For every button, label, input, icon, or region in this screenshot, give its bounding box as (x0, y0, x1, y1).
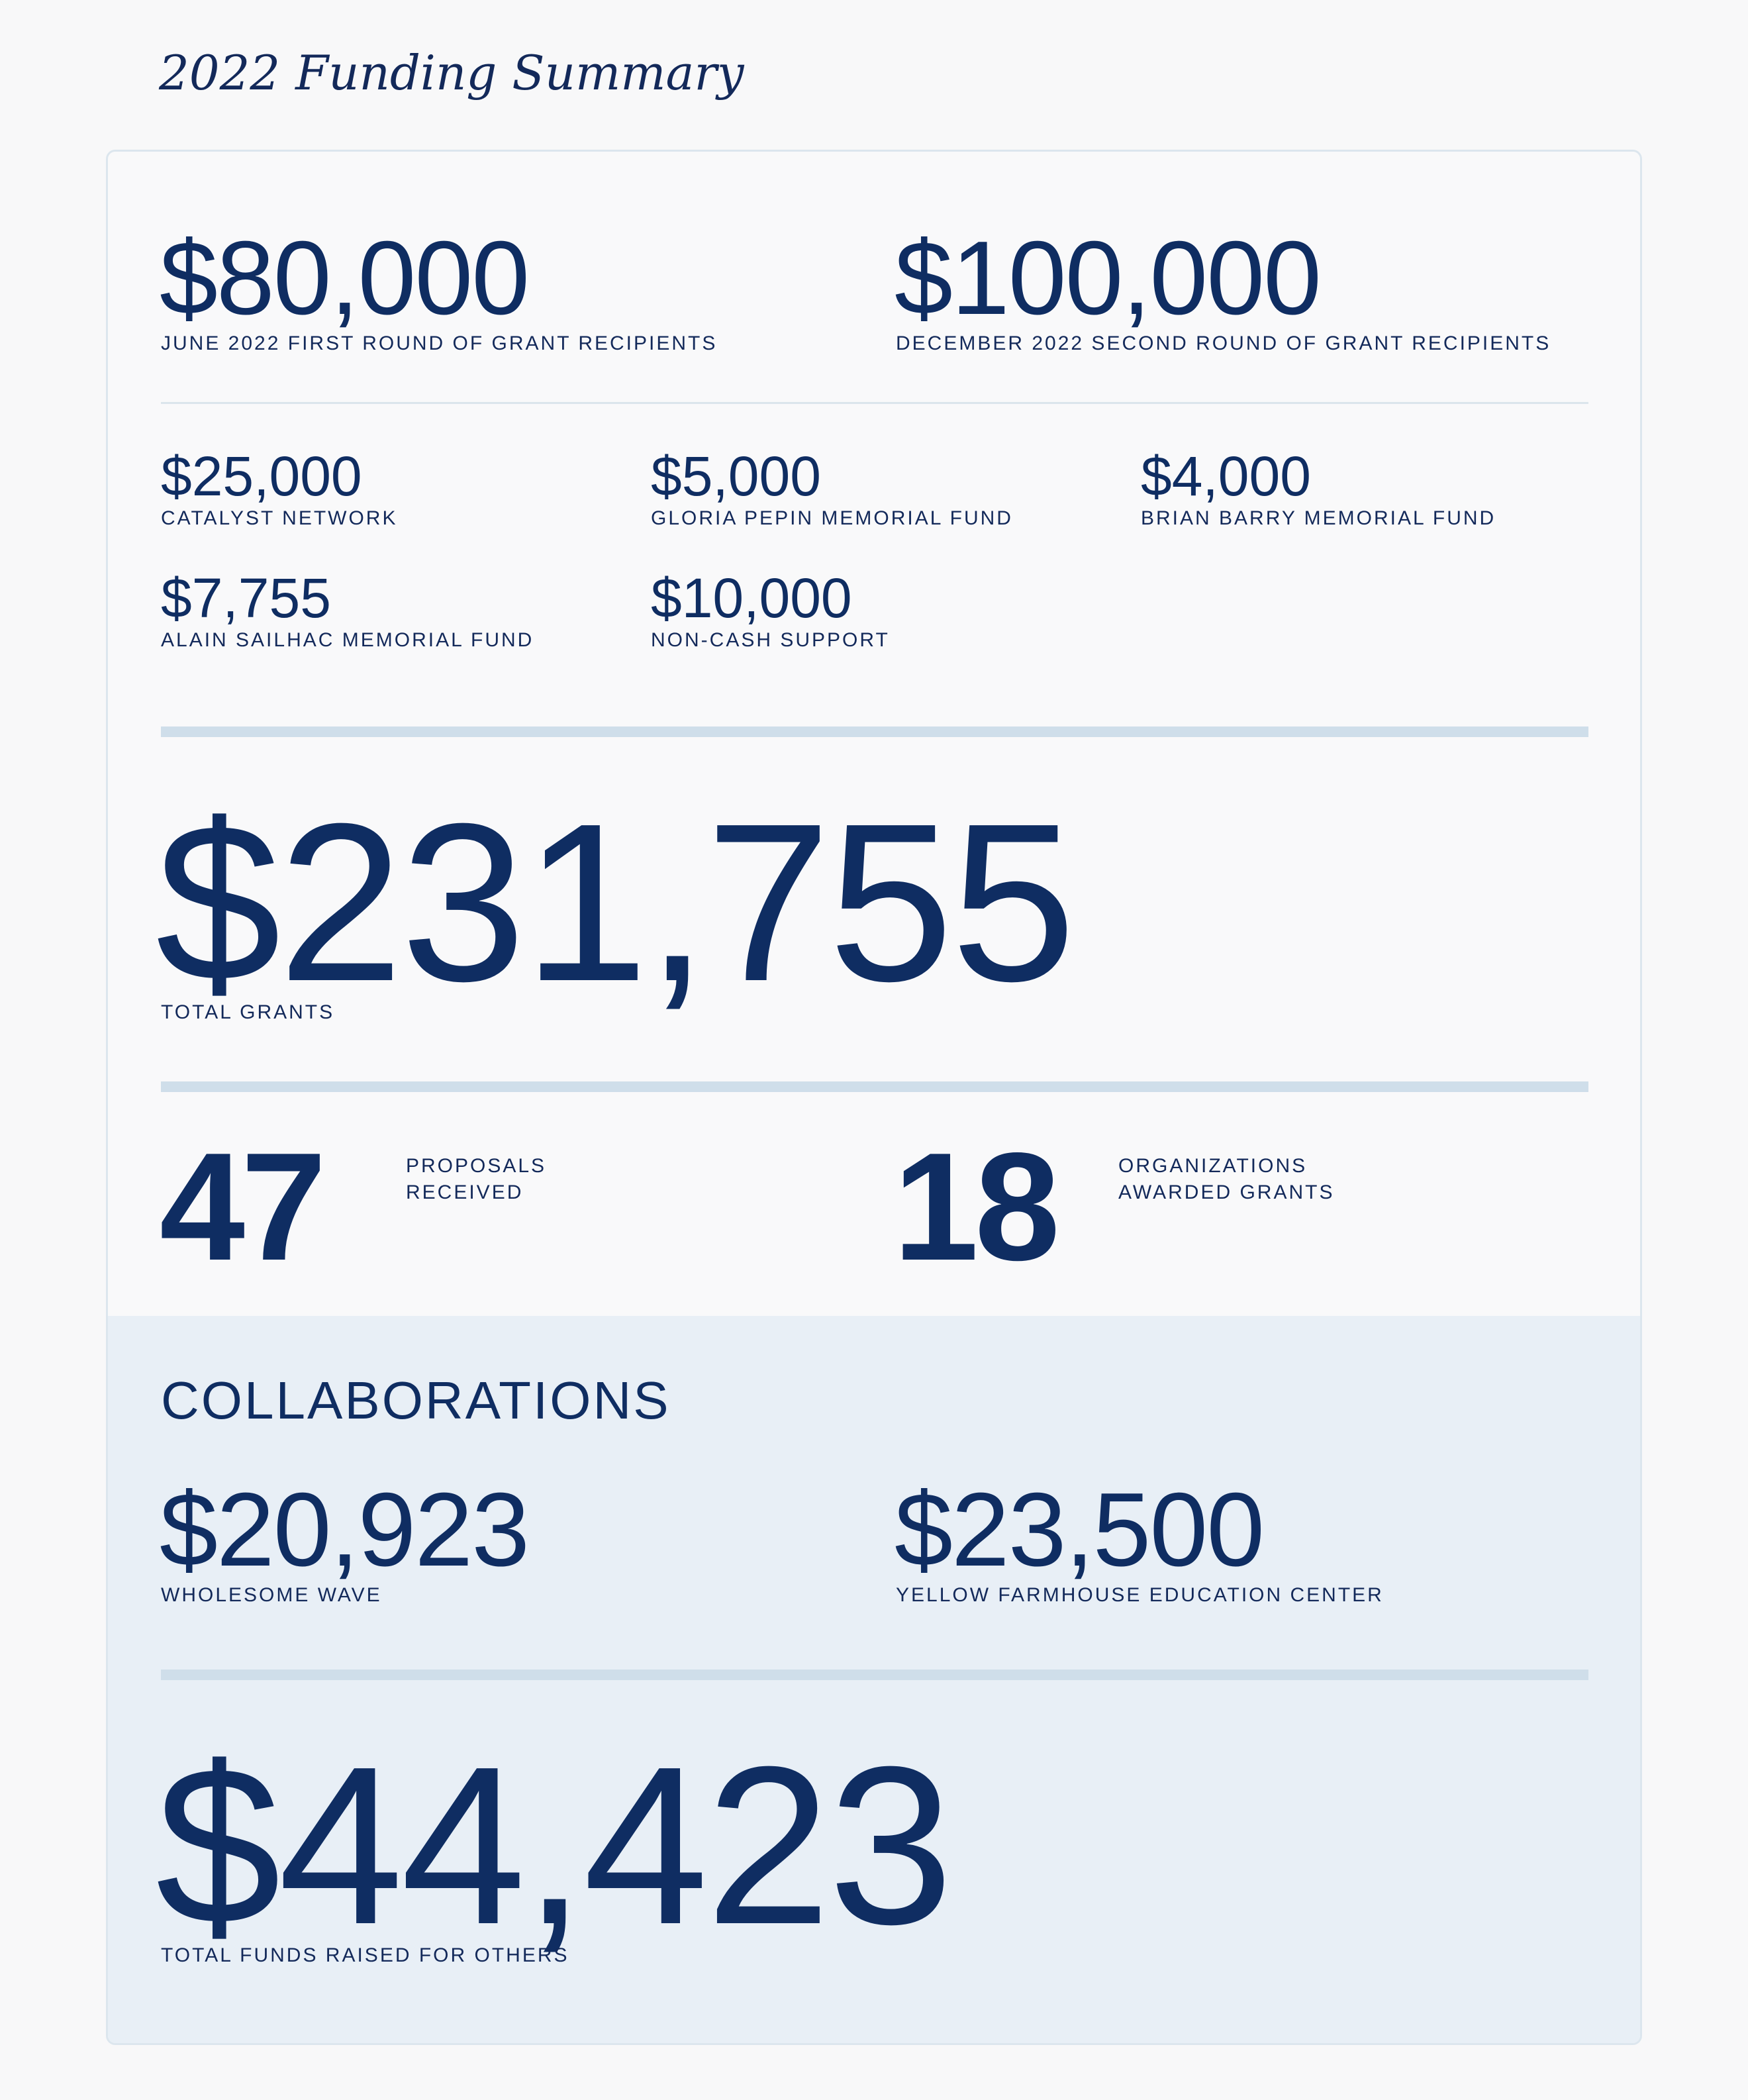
organizations-count: 18 (893, 1121, 1060, 1293)
page-title: 2022 Funding Summary (159, 45, 744, 101)
fund-catalyst-label: CATALYST NETWORK (161, 507, 398, 529)
collab-wholesome-amount: $20,923 (160, 1472, 530, 1588)
collab-yellow-farmhouse-label: YELLOW FARMHOUSE EDUCATION CENTER (896, 1584, 1384, 1606)
total-raised-label: TOTAL FUNDS RAISED FOR OTHERS (161, 1944, 569, 1966)
divider-thick (161, 1670, 1588, 1680)
fund-sailhac-label: ALAIN SAILHAC MEMORIAL FUND (161, 629, 534, 651)
fund-noncash-label: NON-CASH SUPPORT (651, 629, 890, 651)
fund-catalyst-amount: $25,000 (161, 445, 362, 507)
round-1-label: JUNE 2022 FIRST ROUND OF GRANT RECIPIENT… (161, 332, 718, 354)
proposals-label-line2: RECEIVED (406, 1181, 524, 1203)
fund-pepin-amount: $5,000 (651, 445, 821, 507)
fund-barry-amount: $4,000 (1141, 445, 1311, 507)
round-2-amount: $100,000 (895, 220, 1322, 336)
total-grants-amount: $231,755 (156, 777, 1076, 1028)
divider-thick (161, 726, 1588, 737)
fund-barry-label: BRIAN BARRY MEMORIAL FUND (1141, 507, 1496, 529)
collaborations-heading: COLLABORATIONS (161, 1371, 671, 1430)
collab-wholesome-label: WHOLESOME WAVE (161, 1584, 382, 1606)
round-2-label: DECEMBER 2022 SECOND ROUND OF GRANT RECI… (896, 332, 1551, 354)
proposals-label-line1: PROPOSALS (406, 1155, 547, 1177)
divider-thick (161, 1081, 1588, 1092)
fund-pepin-label: GLORIA PEPIN MEMORIAL FUND (651, 507, 1013, 529)
total-grants-label: TOTAL GRANTS (161, 1001, 335, 1023)
proposals-count: 47 (160, 1121, 326, 1293)
total-raised-amount: $44,423 (156, 1720, 953, 1972)
round-1-amount: $80,000 (160, 220, 530, 336)
divider-thin (161, 402, 1588, 404)
fund-noncash-amount: $10,000 (651, 567, 852, 629)
funding-summary-card: $80,000 JUNE 2022 FIRST ROUND OF GRANT R… (106, 150, 1642, 2045)
fund-sailhac-amount: $7,755 (161, 567, 331, 629)
organizations-label-line2: AWARDED GRANTS (1118, 1181, 1335, 1203)
organizations-label-line1: ORGANIZATIONS (1118, 1155, 1308, 1177)
collab-yellow-farmhouse-amount: $23,500 (895, 1472, 1265, 1588)
